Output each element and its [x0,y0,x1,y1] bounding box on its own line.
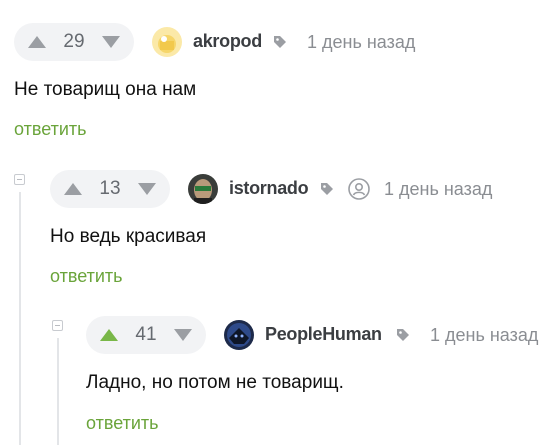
timestamp[interactable]: 1 день назад [384,179,492,200]
downvote-arrow-icon[interactable] [137,183,156,195]
rating-count: 13 [99,178,121,199]
thread-line[interactable] [19,192,21,445]
upvote-arrow-icon[interactable] [100,329,118,341]
vote-widget: 13 [50,170,170,208]
vote-widget: 29 [14,23,134,61]
vote-widget: 41 [86,316,206,354]
collapse-icon[interactable] [14,174,25,185]
upvote-arrow-icon[interactable] [64,183,82,195]
avatar[interactable] [188,174,218,204]
timestamp[interactable]: 1 день назад [430,325,538,346]
tag-icon[interactable] [273,35,287,49]
rating-count: 41 [135,324,157,345]
reply-link[interactable]: ответить [50,266,123,287]
comment-text: Ладно, но потом не товарищ. [86,372,344,393]
downvote-arrow-icon[interactable] [173,329,192,341]
collapse-icon[interactable] [52,320,63,331]
timestamp[interactable]: 1 день назад [307,32,415,53]
reply-link[interactable]: ответить [86,413,159,434]
avatar[interactable] [152,27,182,57]
avatar[interactable] [224,320,254,350]
rating-count: 29 [63,31,85,52]
anonymous-user-icon[interactable] [348,178,370,200]
tag-icon[interactable] [396,328,410,342]
reply-link[interactable]: ответить [14,119,87,140]
tag-icon[interactable] [320,182,334,196]
username[interactable]: akropod [193,31,262,52]
thread-line[interactable] [57,338,59,445]
comment-text: Но ведь красивая [50,226,207,247]
username[interactable]: PeopleHuman [265,324,382,345]
comment-text: Не товарищ она нам [14,79,197,100]
downvote-arrow-icon[interactable] [101,36,120,48]
username[interactable]: istornado [229,178,309,199]
upvote-arrow-icon[interactable] [28,36,46,48]
